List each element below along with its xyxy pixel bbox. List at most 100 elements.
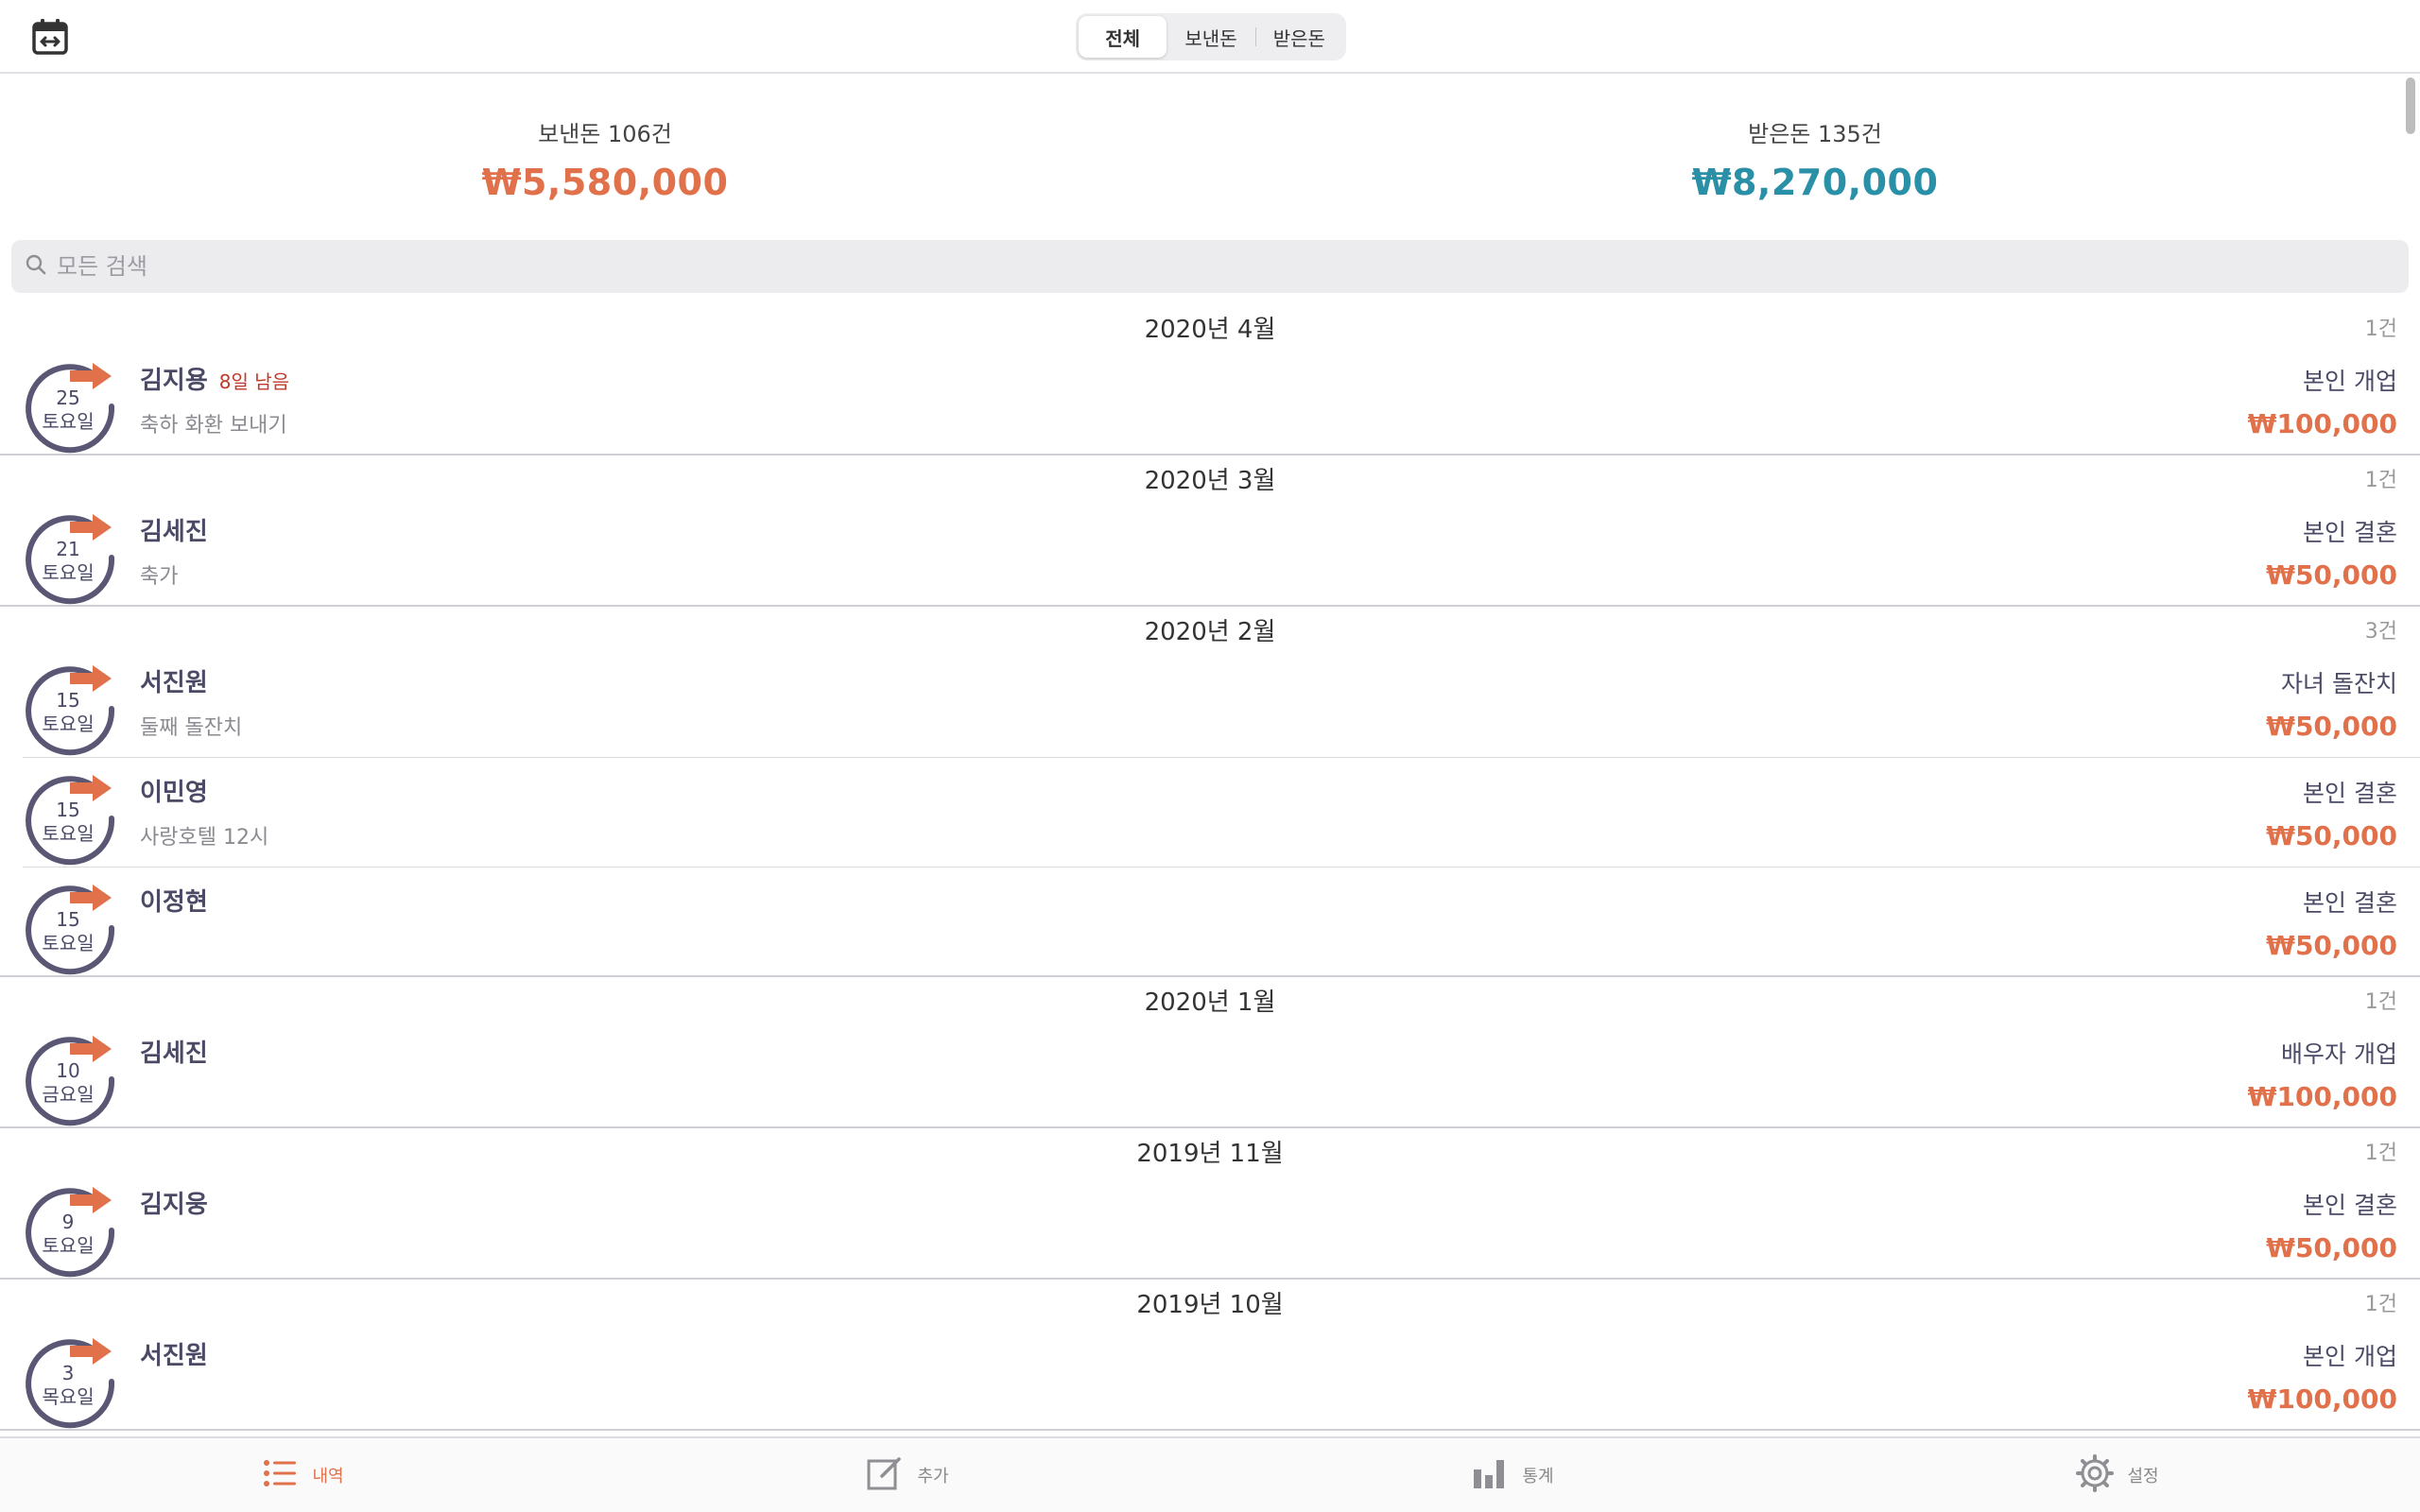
received-count-label: 받은돈 135건 (1748, 121, 1882, 147)
section-month: 2020년 1월 (1144, 988, 1276, 1017)
event-type: 본인 개업 (2303, 368, 2397, 395)
person-name: 서진원 (140, 663, 208, 698)
tab-history[interactable]: 내역 (0, 1438, 605, 1512)
section-count: 1건 (2364, 469, 2397, 492)
list-item[interactable]: 10 금요일 김세진 배우자 개업 ₩100,000 (0, 1019, 2420, 1128)
person-name: 이정현 (140, 883, 208, 918)
bar-chart-icon (1471, 1454, 1509, 1496)
badge-day: 15 (56, 799, 80, 821)
sent-count-label: 보낸돈 106건 (538, 121, 672, 147)
segment-received[interactable]: 받은돈 (1254, 16, 1343, 58)
person-name: 이민영 (140, 773, 208, 808)
date-badge: 25 토요일 (21, 357, 115, 455)
event-type: 본인 결혼 (2303, 780, 2397, 807)
section-month: 2020년 3월 (1144, 467, 1276, 495)
tab-stats[interactable]: 통계 (1210, 1438, 1815, 1512)
date-badge: 15 토요일 (21, 769, 115, 868)
section-header: 2020년 1월 1건 (0, 977, 2420, 1019)
date-badge: 9 토요일 (21, 1181, 115, 1280)
event-type: 본인 개업 (2303, 1343, 2397, 1370)
tab-history-label: 내역 (312, 1467, 344, 1486)
badge-day: 15 (56, 689, 80, 712)
tab-settings[interactable]: 설정 (1815, 1438, 2420, 1512)
badge-weekday: 목요일 (42, 1385, 95, 1408)
event-type: 본인 결혼 (2303, 519, 2397, 546)
section-count: 1건 (2364, 1293, 2397, 1316)
compose-icon (866, 1454, 904, 1496)
section-header: 2019년 11월 1건 (0, 1128, 2420, 1170)
dday-badge: 8일 남음 (218, 370, 290, 393)
section-header: 2020년 3월 1건 (0, 455, 2420, 497)
section-count: 1건 (2364, 318, 2397, 341)
amount: ₩100,000 (2247, 1383, 2397, 1415)
badge-day: 21 (56, 538, 80, 560)
section-count: 1건 (2364, 1142, 2397, 1165)
person-name-text: 서진원 (140, 1342, 208, 1370)
date-badge: 3 목요일 (21, 1332, 115, 1431)
event-type: 본인 결혼 (2303, 1192, 2397, 1219)
row-divider (0, 1429, 2420, 1431)
memo-text: 사랑호텔 12시 (140, 826, 269, 850)
search-icon (25, 253, 47, 280)
person-name: 서진원 (140, 1336, 208, 1371)
summary-panel: 보낸돈 106건 ₩5,580,000 받은돈 135건 ₩8,270,000 (0, 74, 2420, 234)
received-total-amount: ₩8,270,000 (1691, 162, 1939, 203)
section-header: 2019년 10월 1건 (0, 1280, 2420, 1321)
tab-add[interactable]: 추가 (605, 1438, 1210, 1512)
amount: ₩50,000 (2266, 1232, 2397, 1263)
section-month: 2020년 2월 (1144, 618, 1276, 646)
badge-day: 25 (56, 387, 80, 409)
event-type: 배우자 개업 (2281, 1040, 2397, 1068)
memo-text: 축하 화환 보내기 (140, 414, 287, 438)
person-name-text: 이정현 (140, 888, 208, 917)
tab-settings-label: 설정 (2127, 1467, 2159, 1486)
event-type: 자녀 돌잔치 (2281, 670, 2397, 697)
section-header: 2020년 2월 3건 (0, 607, 2420, 648)
list-item[interactable]: 25 토요일 김지용 8일 남음 축하 화환 보내기 본인 개업 ₩100,000 (0, 346, 2420, 455)
badge-day: 10 (56, 1059, 80, 1082)
list-item[interactable]: 15 토요일 이민영 사랑호텔 12시 본인 결혼 ₩50,000 (0, 758, 2420, 868)
tab-add-label: 추가 (917, 1467, 949, 1486)
gear-icon (2076, 1454, 2115, 1496)
badge-weekday: 토요일 (42, 410, 95, 433)
section-month: 2020년 4월 (1144, 316, 1276, 344)
badge-day: 15 (56, 908, 80, 931)
sent-summary: 보낸돈 106건 ₩5,580,000 (0, 74, 1210, 234)
list-item[interactable]: 15 토요일 서진원 둘째 돌잔치 자녀 돌잔치 ₩50,000 (0, 648, 2420, 758)
top-bar: 전체 보낸돈 받은돈 (0, 0, 2420, 74)
list-item[interactable]: 21 토요일 김세진 축가 본인 결혼 ₩50,000 (0, 497, 2420, 607)
date-badge: 15 토요일 (21, 879, 115, 977)
segment-sent[interactable]: 보낸돈 (1167, 16, 1254, 58)
badge-weekday: 토요일 (42, 822, 95, 845)
person-name-text: 김지용 (140, 367, 208, 395)
amount: ₩50,000 (2266, 559, 2397, 591)
scrollbar[interactable] (2406, 77, 2415, 134)
search-input[interactable] (57, 253, 1191, 280)
amount: ₩50,000 (2266, 711, 2397, 742)
amount: ₩50,000 (2266, 820, 2397, 851)
list-item[interactable]: 3 목요일 서진원 본인 개업 ₩100,000 (0, 1321, 2420, 1431)
received-summary: 받은돈 135건 ₩8,270,000 (1210, 74, 2420, 234)
badge-weekday: 토요일 (42, 561, 95, 584)
person-name: 김세진 (140, 1034, 208, 1069)
list-item[interactable]: 15 토요일 이정현 본인 결혼 ₩50,000 (0, 868, 2420, 977)
badge-weekday: 토요일 (42, 713, 95, 735)
list-item[interactable]: 9 토요일 김지웅 본인 결혼 ₩50,000 (0, 1170, 2420, 1280)
section-count: 3건 (2364, 620, 2397, 644)
sent-total-amount: ₩5,580,000 (481, 162, 729, 203)
badge-weekday: 금요일 (42, 1083, 95, 1106)
transaction-list[interactable]: 2020년 4월 1건 25 토요일 김지용 8일 남음 축하 화환 보내기 본인… (0, 304, 2420, 1438)
calendar-icon[interactable] (30, 17, 70, 57)
amount: ₩100,000 (2247, 408, 2397, 439)
badge-day: 3 (61, 1362, 75, 1384)
person-name-text: 김세진 (140, 518, 208, 546)
tab-stats-label: 통계 (1522, 1467, 1554, 1486)
section-month: 2019년 11월 (1136, 1140, 1284, 1168)
memo-text: 축가 (140, 565, 179, 589)
segment-all[interactable]: 전체 (1079, 16, 1167, 58)
memo-text: 둘째 돌잔치 (140, 716, 243, 740)
person-name-text: 이민영 (140, 779, 208, 807)
person-name-text: 서진원 (140, 669, 208, 697)
date-badge: 21 토요일 (21, 508, 115, 607)
section-header: 2020년 4월 1건 (0, 304, 2420, 346)
